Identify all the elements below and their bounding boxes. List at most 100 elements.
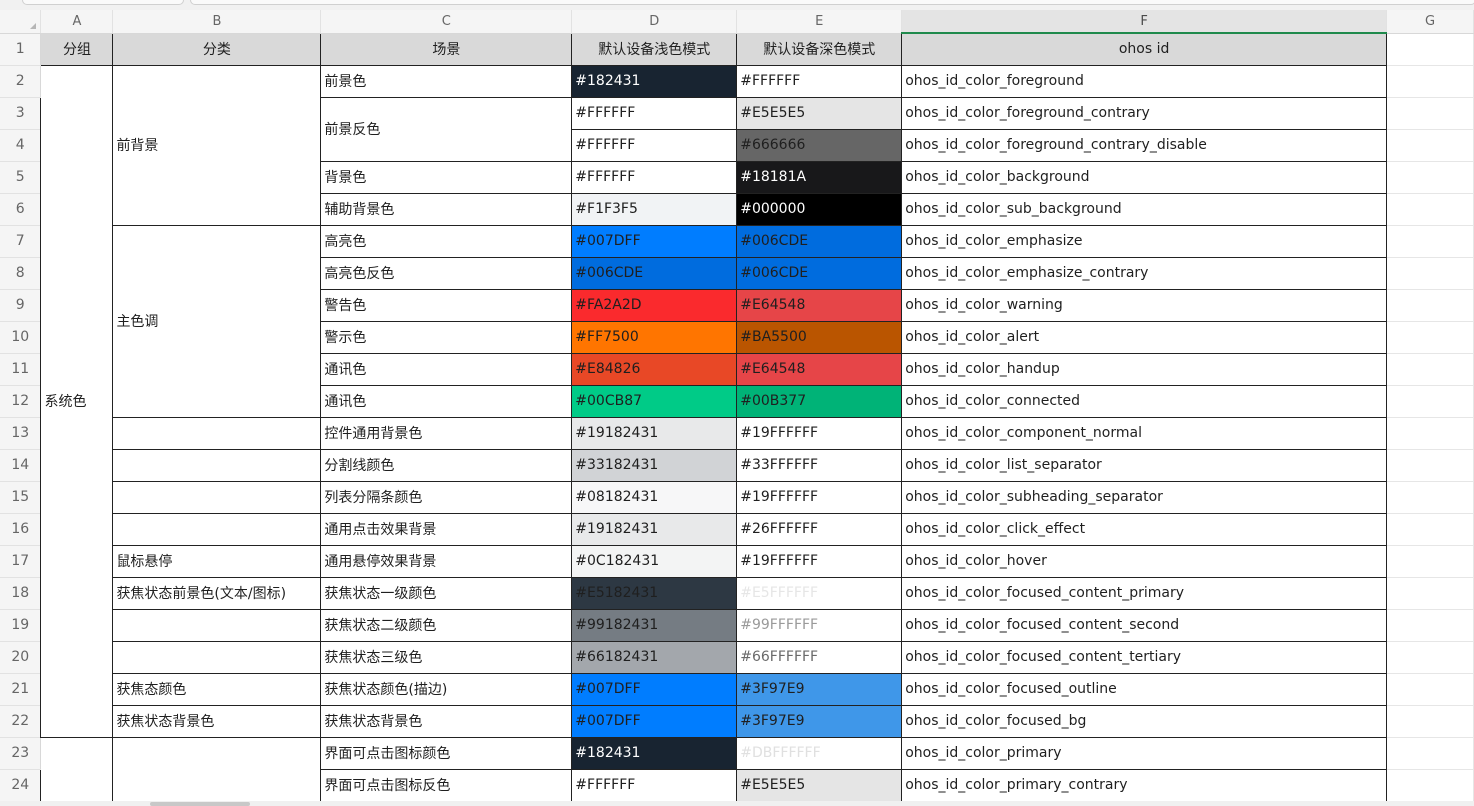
cell-ohos-id[interactable]: ohos_id_color_component_normal <box>901 416 1388 450</box>
cell-light-color[interactable]: #F1F3F5 <box>571 192 738 226</box>
cell-scene[interactable]: 获焦状态三级色 <box>320 640 573 674</box>
cell-scene[interactable]: 获焦状态二级颜色 <box>320 608 573 642</box>
cell-empty[interactable] <box>1386 481 1474 514</box>
cell-scene[interactable]: 警告色 <box>320 288 573 322</box>
row-header[interactable]: 19 <box>0 609 42 642</box>
cell-empty[interactable] <box>1386 769 1474 802</box>
cell-light-color[interactable]: #FF7500 <box>571 320 738 354</box>
row-header[interactable]: 24 <box>0 769 42 802</box>
cell-category[interactable]: 获焦态颜色 <box>112 672 322 706</box>
cell-dark-color[interactable]: #E64548 <box>736 352 903 386</box>
cell-category[interactable] <box>112 640 322 674</box>
cell-scene[interactable]: 背景色 <box>320 160 573 194</box>
cell-dark-color[interactable]: #006CDE <box>736 224 903 258</box>
cell-category[interactable] <box>112 608 322 642</box>
cell-scene[interactable]: 通讯色 <box>320 352 573 386</box>
row-header[interactable]: 15 <box>0 481 42 514</box>
cell-empty[interactable] <box>1386 97 1474 130</box>
row-header[interactable]: 20 <box>0 641 42 674</box>
cell-scene[interactable]: 前景反色 <box>320 96 573 162</box>
cell-ohos-id[interactable]: ohos_id_color_warning <box>901 288 1388 322</box>
cell-ohos-id[interactable]: ohos_id_color_handup <box>901 352 1388 386</box>
cell-category[interactable]: 鼠标悬停 <box>112 544 322 578</box>
cell-category[interactable] <box>112 736 322 802</box>
cell-empty[interactable] <box>1386 193 1474 226</box>
select-all-corner[interactable] <box>0 10 42 34</box>
cell-ohos-id[interactable]: ohos_id_color_list_separator <box>901 448 1388 482</box>
cell-empty[interactable] <box>1386 417 1474 450</box>
cell-dark-color[interactable]: #19FFFFFF <box>736 416 903 450</box>
cell-light-color[interactable]: #182431 <box>571 64 738 98</box>
cell-scene[interactable]: 获焦状态颜色(描边) <box>320 672 573 706</box>
cell-ohos-id[interactable]: ohos_id_color_connected <box>901 384 1388 418</box>
cell-empty[interactable] <box>1386 641 1474 674</box>
cell-group[interactable]: 系统色 <box>40 64 114 738</box>
cell-light-color[interactable]: #E84826 <box>571 352 738 386</box>
row-header[interactable]: 4 <box>0 129 42 162</box>
cell-empty[interactable] <box>1386 449 1474 482</box>
cell-empty[interactable] <box>1386 289 1474 322</box>
cell-light-color[interactable]: #182431 <box>571 736 738 770</box>
cell-light-color[interactable]: #007DFF <box>571 704 738 738</box>
scrollbar-thumb[interactable] <box>150 802 250 806</box>
cell-light-color[interactable]: #FA2A2D <box>571 288 738 322</box>
cell-dark-color[interactable]: #19FFFFFF <box>736 544 903 578</box>
row-header[interactable]: 8 <box>0 257 42 290</box>
cell-dark-color[interactable]: #666666 <box>736 128 903 162</box>
cell-empty[interactable] <box>1386 705 1474 738</box>
cell-scene[interactable]: 高亮色反色 <box>320 256 573 290</box>
cell-empty[interactable] <box>1386 385 1474 418</box>
cell-header-dark[interactable]: 默认设备深色模式 <box>736 32 903 66</box>
row-header[interactable]: 3 <box>0 97 42 130</box>
cell-category[interactable] <box>112 448 322 482</box>
cell-scene[interactable]: 前景色 <box>320 64 573 98</box>
cell-dark-color[interactable]: #33FFFFFF <box>736 448 903 482</box>
row-header[interactable]: 9 <box>0 289 42 322</box>
cell-scene[interactable]: 分割线颜色 <box>320 448 573 482</box>
cell-dark-color[interactable]: #66FFFFFF <box>736 640 903 674</box>
cell-dark-color[interactable]: #006CDE <box>736 256 903 290</box>
cell-light-color[interactable]: #FFFFFF <box>571 160 738 194</box>
cell-light-color[interactable]: #99182431 <box>571 608 738 642</box>
cell-ohos-id[interactable]: ohos_id_color_hover <box>901 544 1388 578</box>
cell-scene[interactable]: 高亮色 <box>320 224 573 258</box>
cell-empty[interactable] <box>1386 65 1474 98</box>
cell-empty[interactable] <box>1386 737 1474 770</box>
row-header[interactable]: 14 <box>0 449 42 482</box>
cell-scene[interactable]: 通讯色 <box>320 384 573 418</box>
cell-light-color[interactable]: #66182431 <box>571 640 738 674</box>
cell-category[interactable] <box>112 480 322 514</box>
cell-header-scene[interactable]: 场景 <box>320 32 573 66</box>
column-header-d[interactable]: D <box>571 10 738 34</box>
cell-dark-color[interactable]: #19FFFFFF <box>736 480 903 514</box>
cell-empty[interactable] <box>1386 129 1474 162</box>
row-header[interactable]: 21 <box>0 673 42 706</box>
cell-category[interactable] <box>112 512 322 546</box>
cell-ohos-id[interactable]: ohos_id_color_focused_content_second <box>901 608 1388 642</box>
cell-group[interactable] <box>40 736 114 802</box>
column-header-a[interactable]: A <box>40 10 114 34</box>
cell-ohos-id[interactable]: ohos_id_color_primary <box>901 736 1388 770</box>
cell-scene[interactable]: 控件通用背景色 <box>320 416 573 450</box>
row-header[interactable]: 10 <box>0 321 42 354</box>
cell-light-color[interactable]: #33182431 <box>571 448 738 482</box>
cell-empty[interactable] <box>1386 225 1474 258</box>
cell-light-color[interactable]: #08182431 <box>571 480 738 514</box>
column-header-e[interactable]: E <box>736 10 903 34</box>
cell-ohos-id[interactable]: ohos_id_color_foreground <box>901 64 1388 98</box>
cell-dark-color[interactable]: #99FFFFFF <box>736 608 903 642</box>
column-header-b[interactable]: B <box>112 10 322 34</box>
cell-empty[interactable] <box>1386 513 1474 546</box>
cell-scene[interactable]: 界面可点击图标颜色 <box>320 736 573 770</box>
cell-scene[interactable]: 界面可点击图标反色 <box>320 768 573 802</box>
cell-empty[interactable] <box>1386 673 1474 706</box>
cell-dark-color[interactable]: #FFFFFF <box>736 64 903 98</box>
column-header-g[interactable]: G <box>1386 10 1474 34</box>
cell-header-id[interactable]: ohos id <box>901 32 1388 66</box>
cell-light-color[interactable]: #FFFFFF <box>571 768 738 802</box>
cell-scene[interactable]: 辅助背景色 <box>320 192 573 226</box>
column-header-f[interactable]: F <box>901 10 1388 34</box>
column-header-c[interactable]: C <box>320 10 573 34</box>
cell-dark-color[interactable]: #E64548 <box>736 288 903 322</box>
cell-empty[interactable] <box>1386 33 1474 66</box>
